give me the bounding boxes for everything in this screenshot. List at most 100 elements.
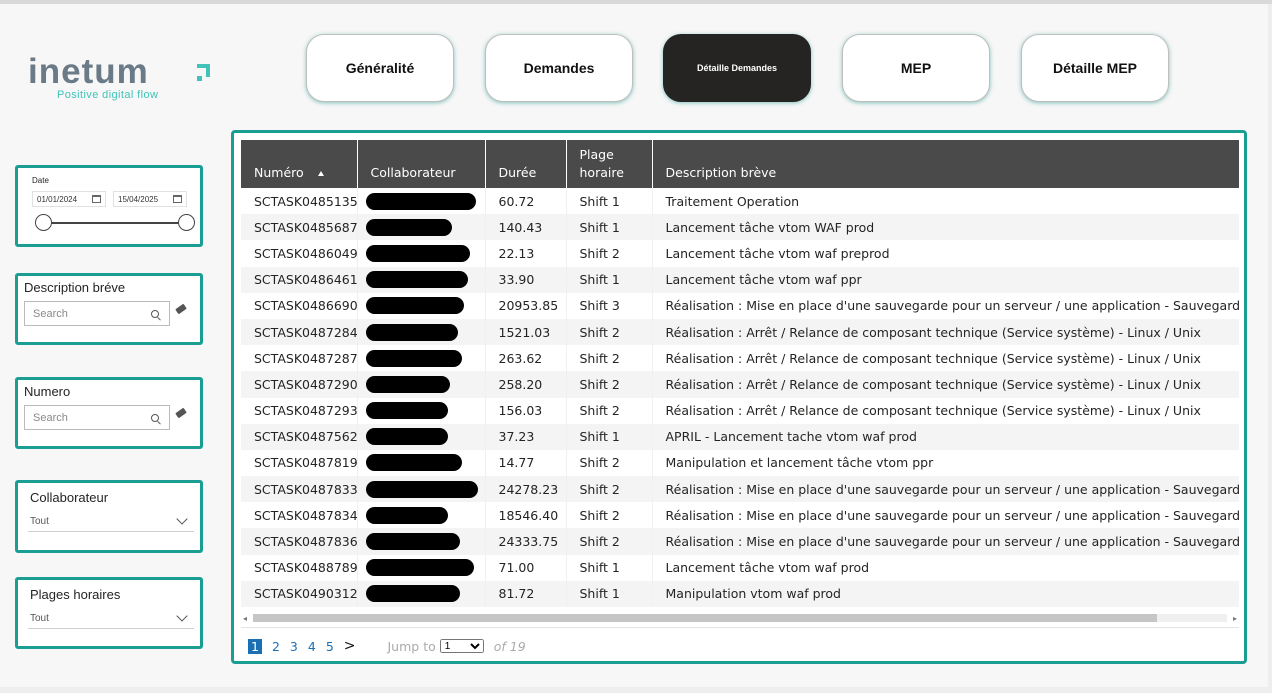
table-row[interactable]: SCTASK0487834 18546.40 Shift 2 Réalisation … bbox=[241, 502, 1239, 529]
redacted-name-mark bbox=[365, 349, 462, 367]
numero-search-input[interactable] bbox=[31, 411, 145, 425]
redacted-name-mark bbox=[365, 323, 458, 341]
table-row[interactable]: SCTASK0486049 22.13 Shift 2 Lancement tâche… bbox=[241, 240, 1239, 267]
search-icon[interactable] bbox=[151, 414, 159, 422]
calendar-icon[interactable] bbox=[92, 195, 101, 203]
eraser-icon[interactable] bbox=[175, 303, 187, 315]
table-row[interactable]: SCTASK0486690 20953.85 Shift 3 Réalisation … bbox=[241, 292, 1239, 319]
table-row[interactable]: SCTASK0488789 71.00 Shift 1 Lancement tâche… bbox=[241, 554, 1239, 581]
description-search-input[interactable] bbox=[31, 307, 145, 321]
nav-detaille-mep-button[interactable]: Détaille MEP bbox=[1021, 34, 1169, 102]
redacted-name-mark bbox=[365, 559, 474, 577]
cell-numero: SCTASK0485135 bbox=[241, 188, 358, 215]
redacted-name-mark bbox=[365, 533, 460, 551]
column-header-description[interactable]: Description brève bbox=[652, 140, 1239, 188]
eraser-icon[interactable] bbox=[175, 407, 187, 419]
cell-numero: SCTASK0486049 bbox=[241, 240, 358, 267]
date-start-input[interactable]: 01/01/2024 bbox=[32, 191, 106, 207]
page-4-link[interactable]: 4 bbox=[308, 639, 316, 654]
redacted-name-mark bbox=[365, 375, 450, 393]
column-header-collaborateur[interactable]: Collaborateur bbox=[357, 140, 486, 188]
plages-horaires-dropdown-value: Tout bbox=[30, 613, 49, 624]
nav-detaille-demandes-button[interactable]: Détaille Demandes bbox=[663, 34, 811, 102]
table-row[interactable]: SCTASK0487562 37.23 Shift 1 APRIL - Lanceme… bbox=[241, 423, 1239, 450]
page-2-link[interactable]: 2 bbox=[272, 639, 280, 654]
scroll-right-icon[interactable]: ▸ bbox=[1233, 614, 1237, 623]
redacted-name-mark bbox=[365, 506, 448, 524]
date-end-input[interactable]: 15/04/2025 bbox=[113, 191, 187, 207]
logo-mark-icon bbox=[197, 64, 210, 81]
table-row[interactable]: SCTASK0487836 24333.75 Shift 2 Réalisation … bbox=[241, 528, 1239, 555]
cell-numero: SCTASK0490312 bbox=[241, 580, 358, 607]
table-row[interactable]: SCTASK0487287 263.62 Shift 2 Réalisation : … bbox=[241, 345, 1239, 372]
cell-numero: SCTASK0487562 bbox=[241, 423, 358, 450]
details-table: Numéro Collaborateur Durée Plage horaire… bbox=[241, 140, 1239, 607]
jump-to-select[interactable]: 1 bbox=[439, 639, 484, 653]
cell-description: Lancement tâche vtom waf preprod bbox=[652, 240, 1239, 267]
nav-demandes-button[interactable]: Demandes bbox=[485, 34, 633, 102]
nav-mep-button[interactable]: MEP bbox=[842, 34, 990, 102]
cell-description: Réalisation : Mise en place d'une sauveg… bbox=[652, 528, 1239, 555]
date-range-start-handle[interactable] bbox=[35, 214, 52, 231]
table-viewport[interactable]: Numéro Collaborateur Durée Plage horaire… bbox=[241, 140, 1239, 610]
page-5-link[interactable]: 5 bbox=[326, 639, 334, 654]
cell-plage-horaire: Shift 1 bbox=[566, 188, 653, 215]
table-row[interactable]: SCTASK0487819 14.77 Shift 2 Manipulation et… bbox=[241, 449, 1239, 477]
date-range-track[interactable] bbox=[44, 222, 186, 224]
table-row[interactable]: SCTASK0487284 1521.03 Shift 2 Réalisation :… bbox=[241, 318, 1239, 346]
sort-ascending-icon[interactable] bbox=[317, 171, 324, 176]
table-row[interactable]: SCTASK0490312 81.72 Shift 1 Manipulation vt… bbox=[241, 580, 1239, 607]
page-1-link[interactable]: 1 bbox=[248, 638, 262, 654]
cell-numero: SCTASK0487833 bbox=[241, 476, 358, 503]
plages-horaires-slicer: Plages horaires Tout bbox=[15, 577, 203, 649]
table-row[interactable]: SCTASK0486461 33.90 Shift 1 Lancement tâche… bbox=[241, 266, 1239, 293]
table-row[interactable]: SCTASK0487293 156.03 Shift 2 Réalisation : … bbox=[241, 397, 1239, 424]
collaborateur-dropdown[interactable]: Tout bbox=[28, 511, 194, 532]
horizontal-scrollbar[interactable]: ◂ ▸ bbox=[241, 611, 1239, 624]
column-header-numero[interactable]: Numéro bbox=[241, 140, 358, 188]
table-row[interactable]: SCTASK0487833 24278.23 Shift 2 Réalisation … bbox=[241, 476, 1239, 503]
cell-description: Manipulation et lancement tâche vtom ppr bbox=[652, 449, 1239, 477]
plages-horaires-dropdown[interactable]: Tout bbox=[28, 608, 194, 629]
cell-duree: 1521.03 bbox=[485, 318, 567, 346]
nav-generalite-button[interactable]: Généralité bbox=[306, 34, 454, 102]
collaborateur-dropdown-value: Tout bbox=[30, 516, 49, 527]
cell-numero: SCTASK0487287 bbox=[241, 345, 358, 372]
logo-tagline: Positive digital flow bbox=[57, 89, 159, 101]
cell-duree: 60.72 bbox=[485, 188, 567, 215]
cell-collaborateur bbox=[357, 397, 486, 424]
redacted-name-mark bbox=[365, 480, 478, 498]
cell-numero: SCTASK0486690 bbox=[241, 292, 358, 319]
cell-plage-horaire: Shift 2 bbox=[566, 318, 653, 346]
cell-plage-horaire: Shift 1 bbox=[566, 266, 653, 293]
date-range-end-handle[interactable] bbox=[178, 214, 195, 231]
redacted-name-mark bbox=[365, 454, 462, 472]
cell-description: Réalisation : Arrêt / Relance de composa… bbox=[652, 345, 1239, 372]
column-header-duree[interactable]: Durée bbox=[485, 140, 567, 188]
next-page-icon[interactable]: > bbox=[344, 638, 356, 654]
page-count-label: of 19 bbox=[493, 638, 526, 654]
cell-numero: SCTASK0487290 bbox=[241, 371, 358, 398]
pagination: 1 2 3 4 5 > Jump to 1 of 19 bbox=[248, 638, 526, 654]
cell-plage-horaire: Shift 2 bbox=[566, 345, 653, 372]
scrollbar-thumb[interactable] bbox=[253, 614, 1157, 622]
search-icon[interactable] bbox=[151, 310, 159, 318]
calendar-icon[interactable] bbox=[173, 195, 182, 203]
date-end-value: 15/04/2025 bbox=[118, 194, 159, 204]
page-3-link[interactable]: 3 bbox=[290, 639, 298, 654]
scroll-left-icon[interactable]: ◂ bbox=[243, 614, 247, 623]
cell-plage-horaire: Shift 1 bbox=[566, 423, 653, 450]
chevron-down-icon[interactable] bbox=[176, 513, 188, 525]
cell-plage-horaire: Shift 2 bbox=[566, 449, 653, 477]
cell-collaborateur bbox=[357, 423, 486, 450]
cell-plage-horaire: Shift 2 bbox=[566, 371, 653, 398]
table-row[interactable]: SCTASK0485687 140.43 Shift 1 Lancement tâch… bbox=[241, 214, 1239, 241]
table-row[interactable]: SCTASK0487290 258.20 Shift 2 Réalisation : … bbox=[241, 371, 1239, 398]
description-search-box bbox=[24, 301, 170, 326]
table-row[interactable]: SCTASK0485135 60.72 Shift 1 Traitement Oper… bbox=[241, 188, 1239, 215]
cell-description: Réalisation : Arrêt / Relance de composa… bbox=[652, 397, 1239, 424]
column-header-plage-horaire[interactable]: Plage horaire bbox=[566, 140, 653, 188]
cell-duree: 81.72 bbox=[485, 580, 567, 607]
cell-plage-horaire: Shift 3 bbox=[566, 292, 653, 319]
chevron-down-icon[interactable] bbox=[176, 610, 188, 622]
